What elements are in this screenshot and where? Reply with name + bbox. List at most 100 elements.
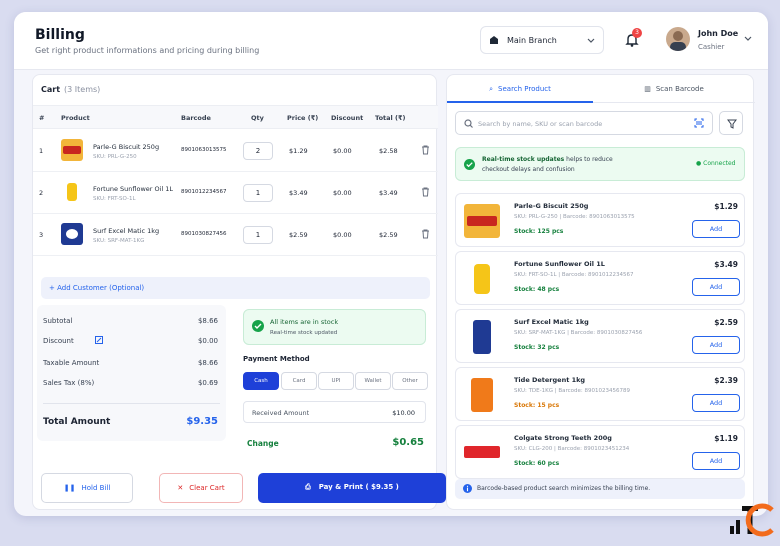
product-name: Fortune Sunflower Oil 1L	[93, 185, 174, 193]
pause-icon: ❚❚	[63, 484, 76, 492]
branch-selector[interactable]: Main Branch	[480, 26, 604, 54]
stock-status-sub: Real-time stock updated	[270, 330, 338, 336]
product-stock: Stock: 48 pcs	[514, 286, 560, 293]
table-row: 3 Surf Excel Matic 1kg SKU: SRF-MAT-1KG …	[33, 214, 438, 256]
product-sku: SKU: PRL-G-250	[93, 154, 137, 160]
app-window: Billing Get right product informations a…	[14, 12, 768, 516]
subtotal-value: $8.66	[197, 317, 218, 325]
row-num: 2	[39, 189, 44, 197]
product-image	[464, 204, 500, 238]
chevron-down-icon[interactable]	[744, 34, 752, 42]
quantity-input[interactable]: 2	[243, 142, 273, 160]
sync-bold: Real-time stock updates	[482, 156, 565, 163]
hold-bill-button[interactable]: ❚❚ Hold Bill	[41, 473, 133, 503]
total-value: $9.35	[186, 416, 218, 427]
product-image	[464, 436, 500, 470]
discount-label: Discount	[43, 337, 74, 345]
product-price: $3.49	[714, 260, 738, 269]
product-sku: SKU: SRF-MAT-1KG | Barcode: 890103082745…	[514, 330, 643, 336]
payment-card-button[interactable]: Card	[281, 372, 317, 390]
product-name: Surf Excel Matic 1kg	[514, 318, 589, 326]
stock-status-title: All items are in stock	[270, 318, 339, 326]
product-name: Tide Detergent 1kg	[514, 376, 586, 384]
quantity-input[interactable]: 1	[243, 184, 273, 202]
received-amount-field[interactable]: Received Amount $10.00	[243, 401, 426, 423]
barcode: 8901030827456	[181, 231, 227, 237]
payment-cash-button[interactable]: Cash	[243, 372, 279, 390]
col-num: #	[39, 114, 45, 122]
product-image	[61, 181, 83, 203]
notification-badge: 3	[632, 28, 642, 38]
cart-count: (3 Items)	[64, 85, 101, 94]
row-num: 1	[39, 147, 44, 155]
filter-icon	[727, 119, 737, 129]
discount: $0.00	[333, 147, 352, 155]
product-image	[61, 223, 83, 245]
scan-icon[interactable]	[694, 118, 704, 128]
product-sku: SKU: FRT-SO-1L | Barcode: 8901012234567	[514, 272, 634, 278]
user-role: Cashier	[698, 43, 725, 51]
payment-upi-button[interactable]: UPI	[318, 372, 354, 390]
discount: $0.00	[333, 231, 352, 239]
barcode-icon: ▥	[644, 85, 651, 93]
chevron-down-icon	[587, 38, 595, 43]
user-name: John Doe	[698, 29, 739, 38]
product-sku: SKU: FRT-SO-1L	[93, 196, 136, 202]
price: $2.59	[289, 231, 308, 239]
trash-icon[interactable]	[421, 187, 430, 197]
avatar[interactable]	[666, 27, 690, 51]
product-search-panel: ⌕ Search Product ▥ Scan Barcode Search by …	[446, 74, 755, 510]
taxable-label: Taxable Amount	[43, 359, 100, 367]
info-icon	[463, 484, 472, 493]
order-summary: Subtotal $8.66 Discount $0.00 Taxable Am…	[37, 305, 226, 441]
discount: $0.00	[333, 189, 352, 197]
hold-bill-label: Hold Bill	[81, 484, 111, 492]
clear-cart-label: Clear Cart	[189, 484, 225, 492]
product-sku: SKU: SRF-MAT-1KG	[93, 238, 145, 244]
store-icon	[490, 36, 498, 44]
change-label: Change	[247, 439, 279, 448]
cart-heading: Cart (3 Items)	[41, 85, 101, 94]
trash-icon[interactable]	[421, 145, 430, 155]
search-input[interactable]: Search by name, SKU or scan barcode	[455, 111, 713, 135]
clear-cart-button[interactable]: ✕ Clear Cart	[159, 473, 243, 503]
received-value: $10.00	[392, 409, 415, 417]
total: $2.58	[379, 147, 398, 155]
product-name: Surf Excel Matic 1kg	[93, 227, 160, 235]
product-sku: SKU: TDE-1KG | Barcode: 8901023456789	[514, 388, 630, 394]
info-note-text: Barcode-based product search minimizes t…	[477, 485, 651, 492]
divider	[43, 403, 220, 404]
add-button[interactable]: Add	[692, 452, 740, 470]
add-button[interactable]: Add	[692, 278, 740, 296]
tab-scan-barcode[interactable]: ▥ Scan Barcode	[593, 75, 755, 103]
table-row: 2 Fortune Sunflower Oil 1L SKU: FRT-SO-1…	[33, 172, 438, 214]
col-qty: Qty	[251, 114, 264, 122]
price: $3.49	[289, 189, 308, 197]
product-card: Colgate Strong Teeth 200g SKU: CLG-200 |…	[455, 425, 745, 479]
discount-value: $0.00	[197, 337, 218, 345]
search-placeholder: Search by name, SKU or scan barcode	[478, 120, 603, 128]
trash-icon[interactable]	[421, 229, 430, 239]
branch-label: Main Branch	[507, 35, 557, 45]
filter-button[interactable]	[719, 111, 743, 135]
add-button[interactable]: Add	[692, 336, 740, 354]
product-price: $1.29	[714, 202, 738, 211]
product-stock: Stock: 15 pcs	[514, 402, 560, 409]
tab-search-label: Search Product	[498, 85, 551, 93]
check-circle-icon	[464, 159, 475, 170]
add-customer-button[interactable]: + Add Customer (Optional)	[41, 277, 430, 299]
add-button[interactable]: Add	[692, 220, 740, 238]
product-image	[61, 139, 83, 161]
tab-scan-label: Scan Barcode	[655, 85, 704, 93]
subtotal-label: Subtotal	[43, 317, 73, 325]
pay-print-button[interactable]: ⎙ Pay & Print ( $9.35 )	[258, 473, 446, 503]
tab-search-product[interactable]: ⌕ Search Product	[447, 75, 593, 103]
col-total: Total (₹)	[375, 114, 406, 122]
payment-wallet-button[interactable]: Wallet	[355, 372, 391, 390]
quantity-input[interactable]: 1	[243, 226, 273, 244]
edit-icon[interactable]	[95, 336, 103, 344]
cart-table-header: # Product Barcode Qty Price (₹) Discount…	[33, 105, 438, 129]
add-button[interactable]: Add	[692, 394, 740, 412]
payment-other-button[interactable]: Other	[392, 372, 428, 390]
received-label: Received Amount	[252, 409, 310, 417]
